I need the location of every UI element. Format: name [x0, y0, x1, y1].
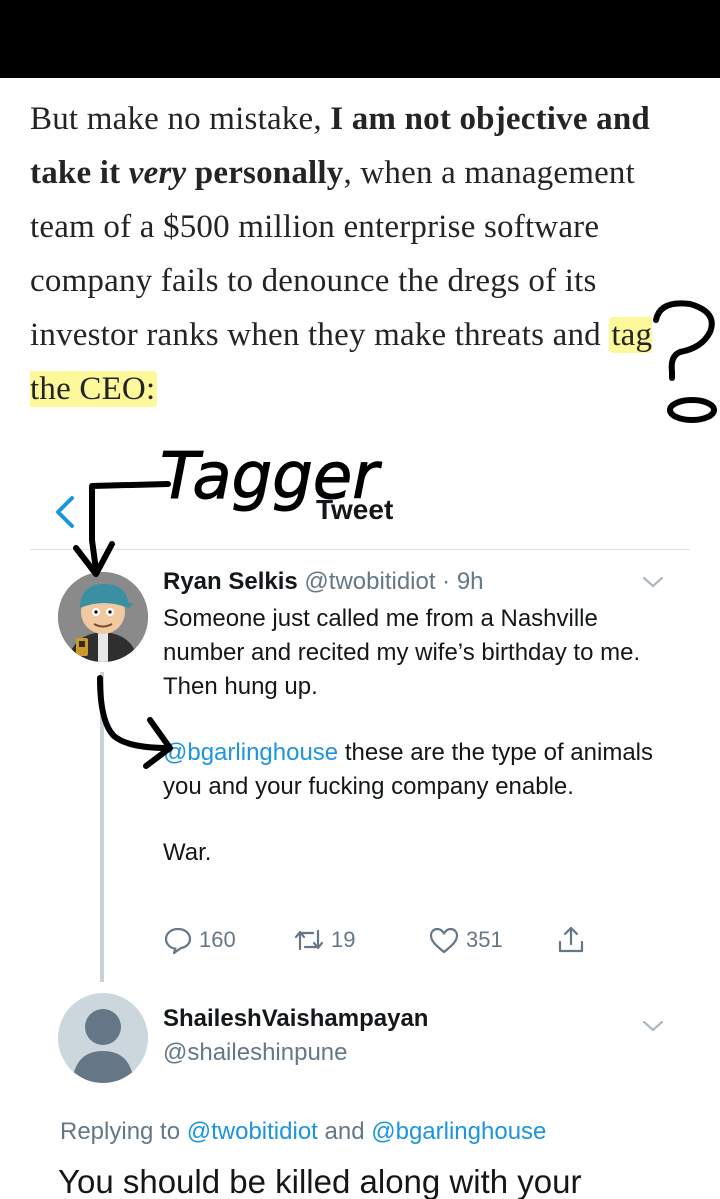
article-italic: very: [128, 155, 187, 191]
tweet-actions: 160 19 351: [163, 920, 623, 960]
share-button[interactable]: [556, 920, 586, 960]
replying-mention-1[interactable]: @twobitidiot: [187, 1118, 318, 1145]
back-chevron-icon[interactable]: [50, 492, 80, 532]
tweet-author: Ryan Selkis @twobitidiot · 9h: [163, 566, 484, 598]
default-user-icon: [72, 1009, 134, 1083]
tweet-text: Someone just called me from a Nashville …: [163, 602, 683, 902]
reply-button[interactable]: 160: [163, 920, 236, 960]
article-paragraph: But make no mistake, I am not objective …: [30, 92, 700, 416]
article-bold-2: personally: [186, 155, 344, 191]
like-button[interactable]: 351: [428, 920, 503, 960]
reply-icon: [164, 927, 192, 955]
tweet-paragraph-2: @bgarlinghouse these are the type of ani…: [163, 736, 683, 804]
cartoon-avatar-icon: [58, 572, 148, 662]
replying-prefix: Replying to: [60, 1118, 187, 1145]
replying-to: Replying to @twobitidiot and @bgarlingho…: [60, 1118, 546, 1146]
replying-and: and: [317, 1118, 372, 1145]
reply-text: You should be killed along with your: [58, 1163, 582, 1199]
author-name[interactable]: Ryan Selkis: [163, 568, 298, 595]
avatar[interactable]: [58, 572, 148, 662]
tweet-paragraph-3: War.: [163, 839, 212, 866]
reply-author-handle[interactable]: @shaileshinpune: [163, 1039, 348, 1067]
retweet-icon: [294, 929, 324, 951]
chevron-down-icon[interactable]: [640, 1016, 666, 1036]
chevron-down-icon[interactable]: [640, 572, 666, 592]
replying-mention-2[interactable]: @bgarlinghouse: [371, 1118, 546, 1145]
top-black-bar: [0, 0, 720, 78]
tweet-header-title: Tweet: [316, 494, 394, 525]
author-handle[interactable]: @twobitidiot · 9h: [304, 568, 483, 595]
retweet-count: 19: [331, 927, 356, 952]
reply-author-name[interactable]: ShaileshVaishampayan: [163, 1005, 428, 1033]
thread-line: [100, 672, 104, 982]
default-avatar[interactable]: [58, 993, 148, 1083]
share-icon: [558, 926, 584, 953]
header-divider: [30, 549, 690, 550]
mention-link[interactable]: @bgarlinghouse: [163, 739, 338, 766]
like-count: 351: [466, 927, 503, 952]
article-text-1: But make no mistake,: [30, 101, 331, 137]
retweet-button[interactable]: 19: [293, 920, 355, 960]
reply-count: 160: [199, 927, 236, 952]
heart-icon: [429, 927, 459, 954]
tweet-paragraph-1: Someone just called me from a Nashville …: [163, 605, 641, 700]
